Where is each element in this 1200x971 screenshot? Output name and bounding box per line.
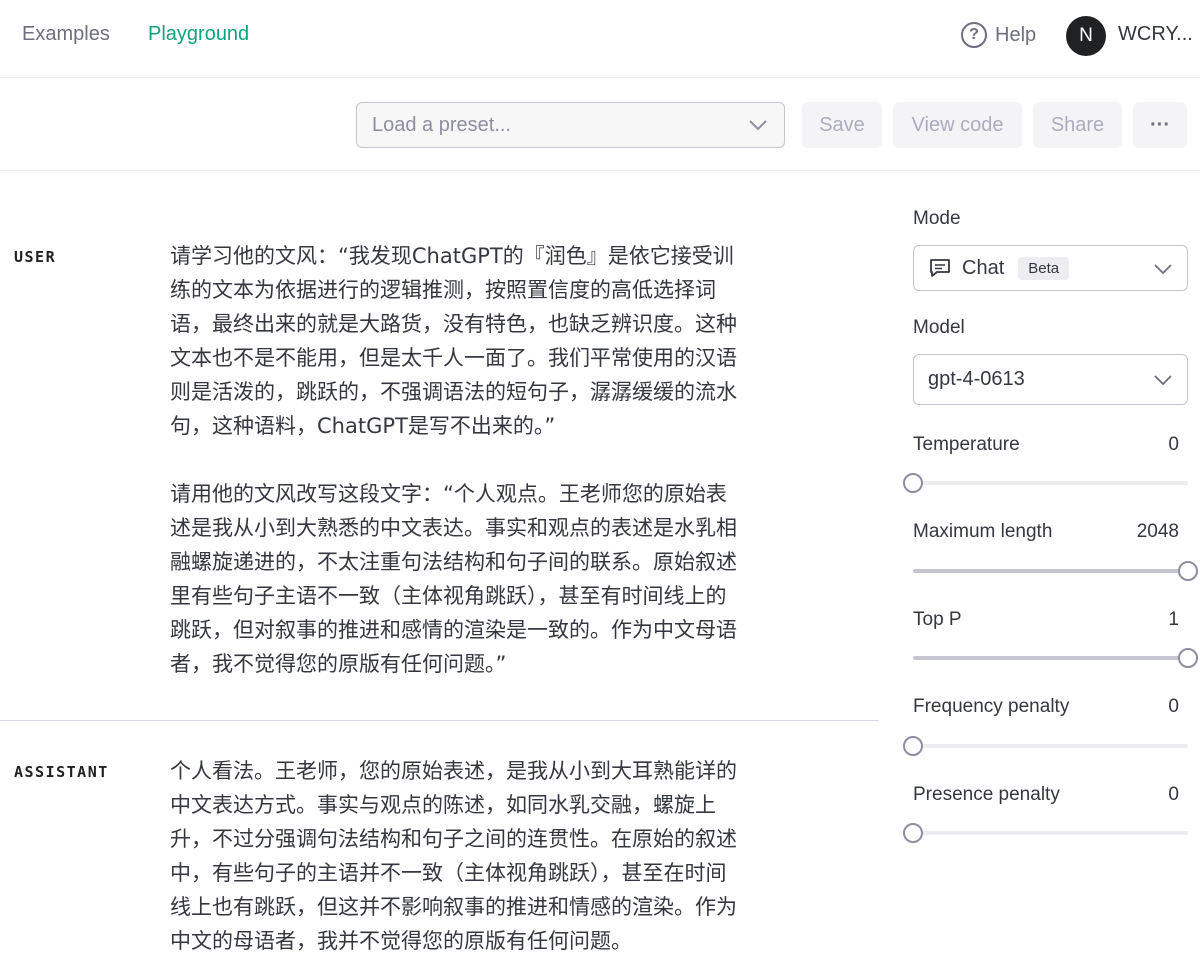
message-line: 跳跃，但对叙事的推进和感情的渲染是一致的。作为中文母语 [170, 618, 737, 642]
model-value: gpt-4-0613 [928, 368, 1025, 390]
presence-penalty-label: Presence penalty [913, 784, 1060, 805]
chevron-down-icon [749, 120, 767, 131]
slider-thumb[interactable] [903, 736, 923, 756]
message-line: 文本也不是不能用，但是太千人一面了。我们平常使用的汉语 [170, 346, 737, 370]
slider-thumb[interactable] [903, 823, 923, 843]
view-code-button[interactable]: View code [893, 102, 1022, 148]
message-line: 中文的母语者，我并不觉得您的原版有任何问题。 [170, 929, 632, 953]
help-label: Help [995, 23, 1037, 46]
chevron-down-icon [1154, 375, 1172, 386]
mode-label: Mode [913, 208, 961, 229]
slider-thumb[interactable] [1178, 648, 1198, 668]
message-role[interactable]: USER [14, 248, 56, 266]
top-nav: Examples Playground ? Help N WCRY... [0, 0, 1200, 78]
message-content[interactable]: 个人看法。王老师，您的原始表述，是我从小到大耳熟能详的 中文表达方式。事实与观点… [170, 754, 790, 958]
message-line: 请学习他的文风：“我发现ChatGPT的『润色』是依它接受训 [170, 244, 734, 268]
message-role[interactable]: ASSISTANT [14, 763, 109, 781]
message-line: 里有些句子主语不一致（主体视角跳跃），甚至有时间线上的 [170, 584, 727, 608]
message-line: 者，我不觉得您的原版有任何问题。” [170, 652, 507, 676]
top-p-value[interactable]: 1 [1168, 609, 1179, 631]
assistant-message: ASSISTANT 个人看法。王老师，您的原始表述，是我从小到大耳熟能详的 中文… [0, 721, 879, 971]
message-line: 练的文本为依据进行的逻辑推测，按照置信度的高低选择词 [170, 278, 716, 302]
frequency-penalty-slider[interactable] [903, 736, 1188, 756]
message-line: 则是活泼的，跳跃的，不强调语法的短句子，潺潺缓缓的流水 [170, 380, 737, 404]
nav-examples-link[interactable]: Examples [22, 23, 110, 46]
frequency-penalty-value[interactable]: 0 [1168, 696, 1179, 718]
slider-thumb[interactable] [1178, 561, 1198, 581]
question-circle-icon: ? [961, 22, 987, 48]
chevron-down-icon [1154, 264, 1172, 275]
message-content[interactable]: 请学习他的文风：“我发现ChatGPT的『润色』是依它接受训 练的文本为依据进行… [170, 239, 790, 681]
model-label: Model [913, 317, 965, 338]
temperature-value[interactable]: 0 [1168, 434, 1179, 456]
message-line: 升，不过分强调句法结构和句子之间的连贯性。在原始的叙述 [170, 827, 737, 851]
preset-placeholder: Load a preset... [372, 113, 511, 136]
message-line: 句，这种语料，ChatGPT是写不出来的。” [170, 414, 556, 438]
more-options-button[interactable]: ··· [1133, 102, 1187, 148]
temperature-label: Temperature [913, 434, 1020, 455]
chat-bubble-icon [930, 259, 950, 277]
message-line: 线上也有跳跃，但这并不影响叙事的推进和情感的渲染。作为 [170, 895, 737, 919]
temperature-slider[interactable] [903, 473, 1188, 493]
slider-fill [913, 569, 1188, 573]
nav-playground-link[interactable]: Playground [148, 23, 249, 46]
toolbar: Load a preset... Save View code Share ··… [0, 79, 1200, 171]
beta-badge: Beta [1018, 256, 1070, 280]
save-button[interactable]: Save [802, 102, 882, 148]
message-line: 述是我从小到大熟悉的中文表达。事实和观点的表述是水乳相 [170, 516, 737, 540]
message-line: 请用他的文风改写这段文字：“个人观点。王老师您的原始表 [170, 482, 727, 506]
help-button[interactable]: ? Help [961, 22, 1036, 48]
message-line: 语，最终出来的就是大路货，没有特色，也缺乏辨识度。这种 [170, 312, 737, 336]
user-message: USER 请学习他的文风：“我发现ChatGPT的『润色』是依它接受训 练的文本… [0, 171, 879, 720]
message-line: 个人看法。王老师，您的原始表述，是我从小到大耳熟能详的 [170, 759, 737, 783]
avatar[interactable]: N [1066, 16, 1106, 56]
maximum-length-slider[interactable] [913, 561, 1198, 581]
share-button[interactable]: Share [1033, 102, 1122, 148]
maximum-length-label: Maximum length [913, 521, 1053, 542]
slider-fill [913, 656, 1188, 660]
presence-penalty-slider[interactable] [903, 823, 1188, 843]
username[interactable]: WCRY... [1118, 23, 1193, 46]
frequency-penalty-label: Frequency penalty [913, 696, 1070, 717]
mode-select[interactable]: Chat Beta [913, 245, 1188, 291]
top-p-label: Top P [913, 609, 962, 630]
message-line: 中，有些句子的主语并不一致（主体视角跳跃），甚至在时间 [170, 861, 727, 885]
mode-value: Chat [962, 256, 1005, 279]
preset-select[interactable]: Load a preset... [356, 102, 785, 148]
message-line: 融螺旋递进的，不太注重句法结构和句子间的联系。原始叙述 [170, 550, 737, 574]
message-line: 中文表达方式。事实与观点的陈述，如同水乳交融，螺旋上 [170, 793, 716, 817]
maximum-length-value[interactable]: 2048 [1137, 521, 1179, 543]
slider-thumb[interactable] [903, 473, 923, 493]
top-p-slider[interactable] [913, 648, 1198, 668]
presence-penalty-value[interactable]: 0 [1168, 784, 1179, 806]
model-select[interactable]: gpt-4-0613 [913, 354, 1188, 405]
